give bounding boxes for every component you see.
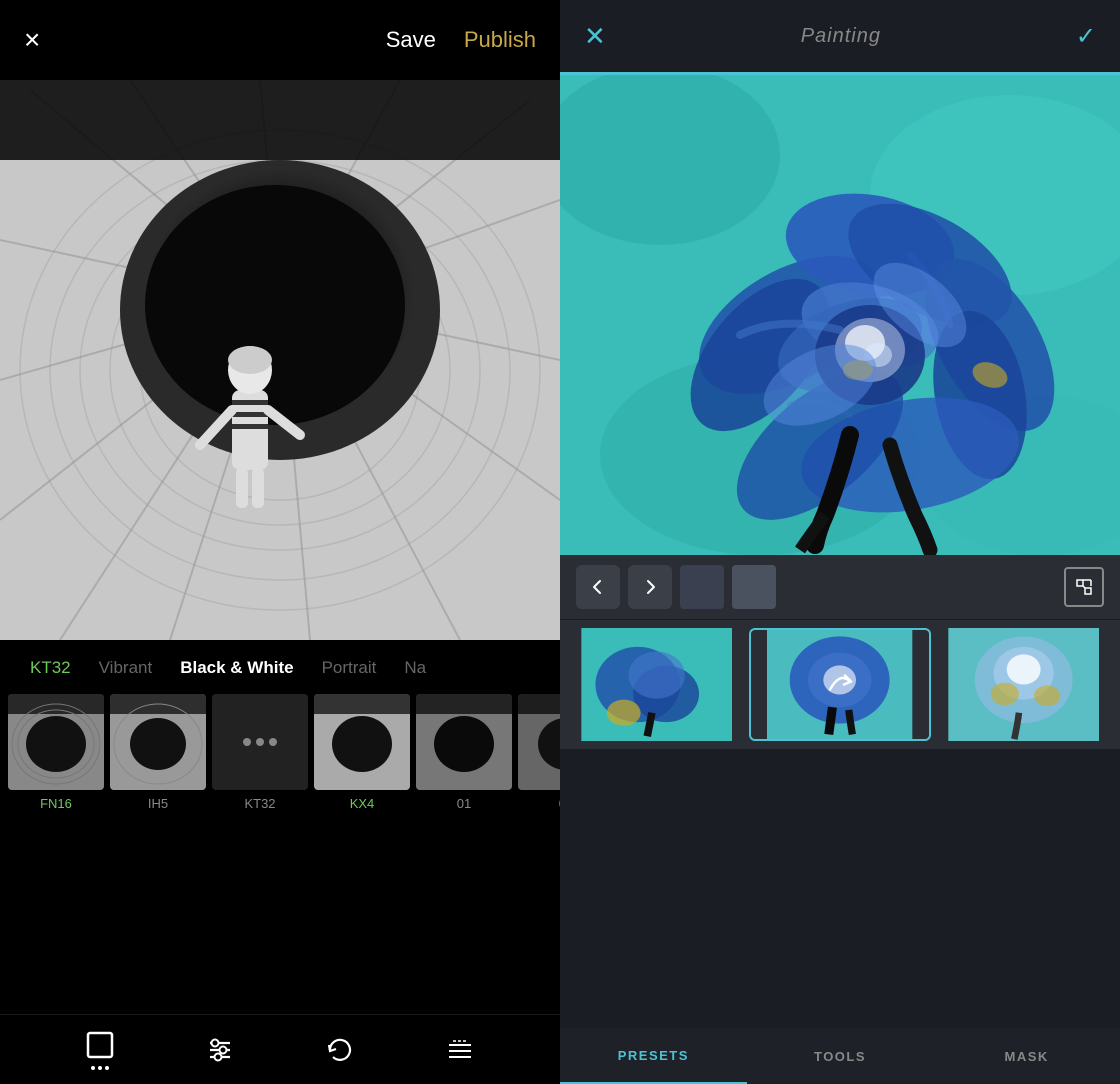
filter-category-natural[interactable]: Na [390,658,440,678]
right-close-button[interactable]: ✕ [584,21,606,52]
tab-mask[interactable]: MASK [933,1028,1120,1084]
right-header: ✕ Painting ✓ [560,0,1120,72]
header-actions: Save Publish [386,27,536,53]
filter-thumb-kx4[interactable]: KX4 [314,694,410,811]
painting-canvas [560,75,1120,555]
history-swatch-2[interactable] [732,565,776,609]
more-dots-icon [243,738,277,746]
close-button[interactable]: × [24,26,40,54]
tab-presets[interactable]: PRESETS [560,1028,747,1084]
filter-thumbnails: FN16 IH5 [0,686,560,827]
style-thumb-arrow-icon [820,661,860,708]
style-thumbs [560,619,1120,749]
panel-title: Painting [801,25,881,48]
frame-tool-button[interactable] [85,1030,115,1070]
filter-thumb-kt32[interactable]: KT32 [212,694,308,811]
filter-category-bw[interactable]: Black & White [166,658,307,678]
right-panel: ✕ Painting ✓ [560,0,1120,1084]
style-thumb-1[interactable] [568,628,745,741]
confirm-button[interactable]: ✓ [1076,22,1096,51]
right-tabs: PRESETS TOOLS MASK [560,1028,1120,1084]
filter-categories: KT32 Vibrant Black & White Portrait Na [0,640,560,686]
frame-icon-dots [91,1066,109,1070]
filter-thumb-fn16-label: FN16 [40,796,72,811]
history-tool-button[interactable] [325,1035,355,1065]
style-thumb-2[interactable] [749,628,930,741]
publish-button[interactable]: Publish [464,27,536,53]
save-button[interactable]: Save [386,27,436,53]
filter-category-kt32[interactable]: KT32 [16,658,85,678]
filter-thumb-02[interactable]: 02 [518,694,560,811]
filter-thumb-ih5[interactable]: IH5 [110,694,206,811]
left-header: × Save Publish [0,0,560,80]
filters-section: KT32 Vibrant Black & White Portrait Na [0,640,560,1014]
filter-thumb-01[interactable]: 01 [416,694,512,811]
history-swatch-1[interactable] [680,565,724,609]
filter-category-portrait[interactable]: Portrait [308,658,391,678]
filter-thumb-fn16[interactable]: FN16 [8,694,104,811]
filter-thumb-ih5-label: IH5 [148,796,168,811]
filter-thumb-01-label: 01 [457,796,471,811]
expand-button[interactable] [1064,567,1104,607]
adjust-tool-button[interactable] [205,1035,235,1065]
filter-category-vibrant[interactable]: Vibrant [85,658,167,678]
layers-tool-button[interactable] [445,1035,475,1065]
nav-strip [560,555,1120,619]
filter-thumb-02-label: 02 [559,796,560,811]
main-photo [0,80,560,640]
filter-thumb-kx4-label: KX4 [350,796,375,811]
left-toolbar [0,1014,560,1084]
nav-forward-button[interactable] [628,565,672,609]
filter-thumb-kt32-label: KT32 [244,796,275,811]
left-panel: × Save Publish [0,0,560,1084]
tab-tools[interactable]: TOOLS [747,1028,934,1084]
style-thumb-3[interactable] [935,628,1112,741]
nav-back-button[interactable] [576,565,620,609]
